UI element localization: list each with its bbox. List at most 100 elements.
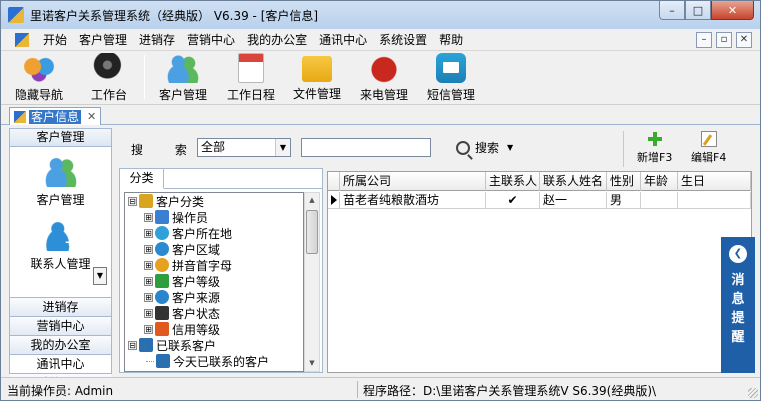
tree-node-label: 客户所在地 xyxy=(172,226,233,241)
sms-management-label: 短信管理 xyxy=(427,88,476,102)
tab-customer-info[interactable]: 客户信息 ✕ xyxy=(9,107,101,125)
tree-node-operator[interactable]: ⊞ 操作员 xyxy=(125,209,303,225)
expand-icon[interactable]: ⊞ xyxy=(144,292,153,302)
tree-node-level[interactable]: ⊞ 客户等级 xyxy=(125,273,303,289)
column-header-birthday[interactable]: 生日 xyxy=(678,172,751,191)
scroll-up-icon[interactable]: ▲ xyxy=(305,193,319,208)
mdi-close-button[interactable]: ✕ xyxy=(736,32,752,48)
tree-node-pinyin[interactable]: ⊞ 拼音首字母 xyxy=(125,257,303,273)
system-menu-icon[interactable] xyxy=(15,33,29,47)
book-icon xyxy=(139,194,153,208)
resize-grip-icon[interactable] xyxy=(748,388,758,398)
menu-my-office[interactable]: 我的办公室 xyxy=(241,32,313,48)
nav-contact-management[interactable]: 联系人管理 xyxy=(10,219,111,272)
nav-section-inventory[interactable]: 进销存 xyxy=(10,297,111,316)
add-icon xyxy=(647,131,663,147)
close-button[interactable]: ✕ xyxy=(711,1,754,20)
search-scope-value: 全部 xyxy=(201,140,226,154)
menu-help[interactable]: 帮助 xyxy=(433,32,469,48)
expand-icon[interactable]: ⊞ xyxy=(144,324,153,334)
tree-node-label: 拼音首字母 xyxy=(172,258,233,273)
nav-section-my-office[interactable]: 我的办公室 xyxy=(10,335,111,354)
workbench-button[interactable]: 工作台 xyxy=(91,53,127,103)
message-reminder-panel[interactable]: ❮ 消息提醒 xyxy=(721,237,755,373)
search-button[interactable]: 搜索 ▼ xyxy=(456,139,513,156)
scrollbar-thumb[interactable] xyxy=(306,210,318,254)
table-row[interactable]: 苗老者纯粮散酒坊 ✔ 赵一 男 xyxy=(328,192,751,209)
nav-header[interactable]: 客户管理 xyxy=(10,129,111,147)
menu-inventory[interactable]: 进销存 xyxy=(133,32,181,48)
title-bar: 里诺客户关系管理系统（经典版） V6.39 - [客户信息] – □ ✕ xyxy=(1,1,760,29)
nav-section-marketing[interactable]: 营销中心 xyxy=(10,316,111,335)
menu-communication[interactable]: 通讯中心 xyxy=(313,32,373,48)
expand-icon[interactable]: ⊞ xyxy=(144,244,153,254)
menu-marketing[interactable]: 营销中心 xyxy=(181,32,241,48)
cell-age[interactable] xyxy=(641,192,678,208)
collapse-icon[interactable]: ⊟ xyxy=(128,340,137,350)
expand-icon[interactable]: ⊞ xyxy=(144,308,153,318)
tree-node-source[interactable]: ⊞ 客户来源 xyxy=(125,289,303,305)
chevron-left-icon[interactable]: ❮ xyxy=(729,245,747,263)
mdi-restore-button[interactable]: ▫ xyxy=(716,32,732,48)
column-header-primary-contact[interactable]: 主联系人 xyxy=(486,172,540,191)
cell-primary-contact-checkbox[interactable]: ✔ xyxy=(486,192,540,208)
expand-icon[interactable]: ⊞ xyxy=(144,276,153,286)
main-toolbar: 隐藏导航 工作台 客户管理 工作日程 文件管理 来电管理 短信管理 xyxy=(1,51,760,105)
tree-node-region[interactable]: ⊞ 客户区域 xyxy=(125,241,303,257)
call-management-button[interactable]: 来电管理 xyxy=(360,53,408,103)
column-header-company[interactable]: 所属公司 xyxy=(340,172,486,191)
chevron-down-icon[interactable]: ▼ xyxy=(275,139,290,156)
menu-customer-management[interactable]: 客户管理 xyxy=(73,32,133,48)
tab-close-icon[interactable]: ✕ xyxy=(87,110,96,123)
cell-contact-name[interactable]: 赵一 xyxy=(540,192,607,208)
maximize-button[interactable]: □ xyxy=(685,1,711,20)
edit-button[interactable]: 编辑F4 xyxy=(691,131,726,165)
column-header-gender[interactable]: 性别 xyxy=(607,172,641,191)
file-management-button[interactable]: 文件管理 xyxy=(293,53,341,103)
tree-node-label: 客户状态 xyxy=(172,306,221,321)
minimize-button[interactable]: – xyxy=(659,1,685,20)
search-dropdown-icon[interactable]: ▼ xyxy=(507,143,513,152)
tab-category[interactable]: 分类 xyxy=(120,169,164,189)
cell-gender[interactable]: 男 xyxy=(607,192,641,208)
column-header-age[interactable]: 年龄 xyxy=(641,172,678,191)
scroll-down-icon[interactable]: ▼ xyxy=(305,356,319,371)
tree-node-status[interactable]: ⊞ 客户状态 xyxy=(125,305,303,321)
share-icon xyxy=(155,274,169,288)
nav-section-communication[interactable]: 通讯中心 xyxy=(10,354,111,373)
window-controls: – □ ✕ xyxy=(659,1,754,20)
tree-node-contacted-today[interactable]: 今天已联系的客户 xyxy=(125,353,303,369)
search-input[interactable] xyxy=(301,138,431,157)
status-icon xyxy=(155,306,169,320)
nav-customer-management[interactable]: 客户管理 xyxy=(10,155,111,208)
add-button-label: 新增F3 xyxy=(637,151,673,164)
tree-node-credit[interactable]: ⊞ 信用等级 xyxy=(125,321,303,337)
mdi-minimize-button[interactable]: – xyxy=(696,32,712,48)
expand-icon[interactable]: ⊞ xyxy=(144,212,153,222)
folder-icon xyxy=(302,56,332,82)
tree-node-location[interactable]: ⊞ 客户所在地 xyxy=(125,225,303,241)
tree-node-contacted[interactable]: ⊟ 已联系客户 xyxy=(125,337,303,353)
tree-node-customer-category[interactable]: ⊟ 客户分类 xyxy=(125,193,303,209)
nav-scroll-down-button[interactable]: ▼ xyxy=(93,267,107,285)
expand-icon[interactable]: ⊞ xyxy=(144,228,153,238)
users-icon xyxy=(167,53,199,83)
work-schedule-button[interactable]: 工作日程 xyxy=(227,53,275,103)
cell-company[interactable]: 苗老者纯粮散酒坊 xyxy=(340,192,486,208)
ball-icon xyxy=(93,53,125,83)
expand-icon[interactable]: ⊞ xyxy=(144,260,153,270)
search-scope-select[interactable]: 全部 ▼ xyxy=(197,138,291,157)
workbench-label: 工作台 xyxy=(91,88,128,102)
letter-icon xyxy=(155,258,169,272)
column-header-contact-name[interactable]: 联系人姓名 xyxy=(540,172,607,191)
hide-nav-button[interactable]: 隐藏导航 xyxy=(15,53,63,103)
cell-birthday[interactable] xyxy=(678,192,751,208)
tree-scrollbar[interactable]: ▲ ▼ xyxy=(304,192,320,372)
customer-management-button[interactable]: 客户管理 xyxy=(159,53,207,103)
menu-settings[interactable]: 系统设置 xyxy=(373,32,433,48)
collapse-icon[interactable]: ⊟ xyxy=(128,196,137,206)
sms-management-button[interactable]: 短信管理 xyxy=(427,53,475,103)
menu-start[interactable]: 开始 xyxy=(37,32,73,48)
app-logo-icon xyxy=(14,110,26,123)
add-button[interactable]: 新增F3 xyxy=(637,131,672,165)
